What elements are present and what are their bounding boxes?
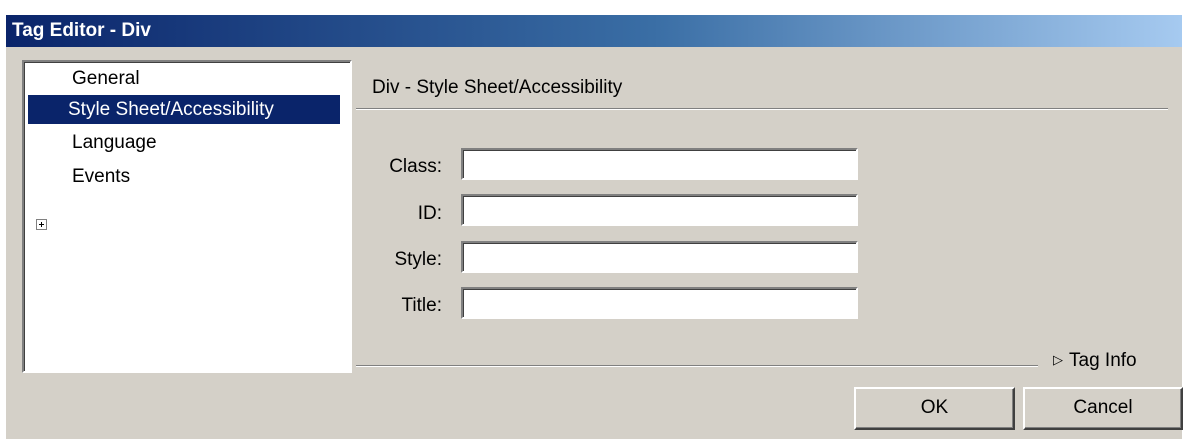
tag-info-label: Tag Info — [1069, 350, 1137, 371]
id-input[interactable] — [461, 194, 858, 226]
id-label: ID: — [417, 203, 442, 224]
expand-plus-icon[interactable] — [36, 219, 47, 230]
triangle-right-icon: ▷ — [1053, 352, 1063, 367]
tree-item-style-sheet-accessibility[interactable]: Style Sheet/Accessibility — [28, 95, 340, 124]
class-label: Class: — [389, 156, 442, 177]
tree-item-language[interactable]: Language — [68, 128, 161, 157]
tag-info-divider — [356, 365, 1038, 367]
window-title: Tag Editor - Div — [6, 15, 1182, 47]
title-label: Title: — [401, 295, 442, 316]
class-input[interactable] — [461, 148, 858, 180]
style-input[interactable] — [461, 241, 858, 273]
tree-item-events[interactable]: Events — [68, 162, 134, 191]
tag-editor-dialog: Tag Editor - Div General Style Sheet/Acc… — [6, 15, 1183, 439]
ok-button[interactable]: OK — [854, 387, 1015, 430]
tag-info-toggle[interactable]: ▷ Tag Info — [1053, 350, 1137, 372]
title-divider — [356, 108, 1168, 110]
panel-title: Div - Style Sheet/Accessibility — [372, 77, 623, 98]
tree-item-general[interactable]: General — [68, 64, 144, 93]
style-label: Style: — [394, 249, 442, 270]
category-tree[interactable]: General Style Sheet/Accessibility Langua… — [22, 60, 352, 373]
title-input[interactable] — [461, 287, 858, 319]
cancel-button[interactable]: Cancel — [1023, 387, 1183, 430]
